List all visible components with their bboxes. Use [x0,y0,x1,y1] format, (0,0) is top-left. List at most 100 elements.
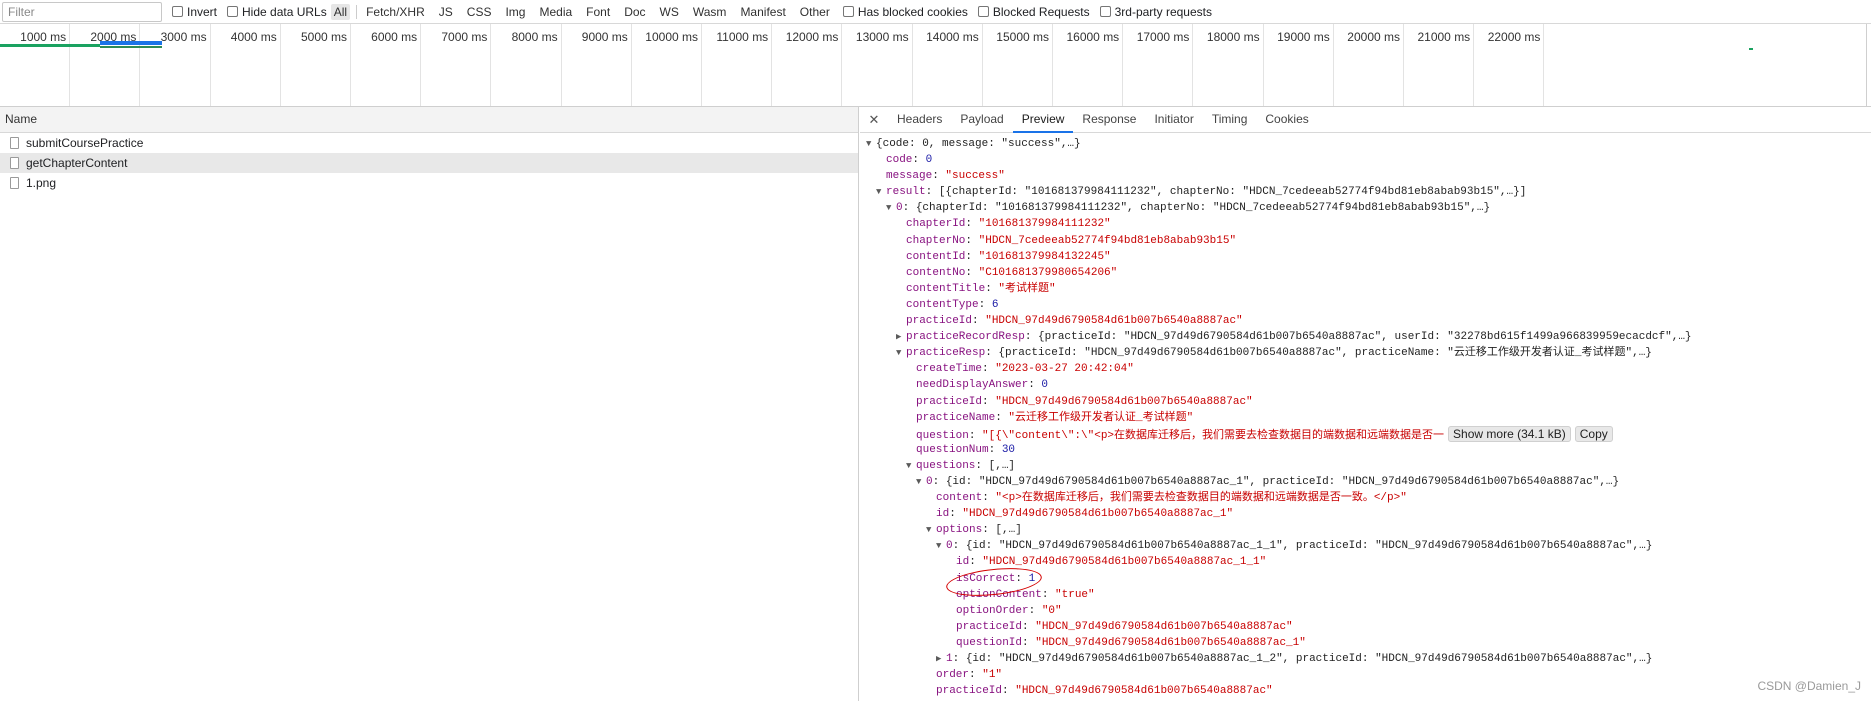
expand-right-icon[interactable]: ▶ [896,329,906,345]
type-filter-media[interactable]: Media [536,4,575,20]
hide-data-urls-checkbox[interactable]: Hide data URLs [227,5,327,19]
expand-down-icon[interactable]: ▼ [886,200,896,216]
expand-down-icon[interactable]: ▼ [916,474,926,490]
tab-cookies[interactable]: Cookies [1256,107,1317,132]
detail-tabs: ✕ Headers Payload Preview Response Initi… [860,107,1871,133]
json-colon: : [1028,379,1042,392]
json-tree-line: createTime: "2023-03-27 20:42:04" [860,361,1871,377]
type-filter-ws[interactable]: WS [657,4,682,20]
expand-down-icon[interactable]: ▼ [926,522,936,538]
json-tree-line[interactable]: ▼ 0: {id: "HDCN_97d49d6790584d61b007b6540… [860,474,1871,490]
json-colon: : [982,363,996,376]
close-icon[interactable]: ✕ [860,107,888,132]
json-value: 0 [925,154,933,167]
checkbox-box[interactable] [172,6,183,17]
expand-down-icon[interactable]: ▼ [896,345,906,361]
third-party-requests-label: 3rd-party requests [1114,4,1212,19]
document-icon [10,157,19,169]
checkbox-box[interactable] [977,6,989,17]
checkbox-box[interactable] [842,6,854,17]
json-tree-line[interactable]: ▼ options: [,…] [860,522,1871,538]
json-colon: : [902,202,916,215]
waterfall-bar [0,44,100,47]
json-colon: : [952,653,966,665]
tab-timing[interactable]: Timing [1203,107,1257,132]
type-filter-font[interactable]: Font [583,4,613,20]
json-tree-line[interactable]: ▶ 1: {id: "HDCN_97d49d6790584d61b007b6540… [860,651,1871,667]
json-value: "HDCN_97d49d6790584d61b007b6540a8887ac" [1015,685,1273,698]
expand-down-icon[interactable]: ▼ [936,538,946,554]
json-tree-line[interactable]: ▼ practiceResp: {practiceId: "HDCN_97d49d… [860,345,1871,361]
timeline-tick-label: 7000 ms [441,30,488,44]
json-colon: : [925,186,939,199]
network-toolbar: Invert Hide data URLs All Fetch/XHR JS C… [0,0,1871,24]
json-value: "云迁移工作级开发者认证_考试样题" [1008,411,1194,424]
checkbox-box[interactable] [1099,6,1111,17]
json-key: practiceName [916,411,996,424]
show-more-button[interactable]: Show more (34.1 kB) [1448,425,1571,442]
type-filter-all[interactable]: All [330,3,351,20]
json-value: "考试样题" [998,282,1056,295]
json-colon: : [978,298,992,311]
waterfall-bar [100,41,162,45]
json-key: practiceId [936,685,1003,698]
tab-initiator[interactable]: Initiator [1145,107,1202,132]
json-tree-line[interactable]: ▼ questions: [,…] [860,458,1871,474]
timeline-edge [1866,24,1867,106]
document-icon [10,177,19,189]
tab-response[interactable]: Response [1073,107,1145,132]
blocked-requests-checkbox[interactable]: Blocked Requests [977,5,1090,19]
json-colon: : [1022,636,1036,649]
timeline-tick-label: 22000 ms [1487,30,1541,44]
json-key: 0 [926,475,933,488]
request-row-1-png[interactable]: 1.png [0,173,858,193]
tab-headers[interactable]: Headers [888,107,951,132]
type-filter-doc[interactable]: Doc [621,4,648,20]
expand-down-icon[interactable]: ▼ [876,184,886,200]
json-value: "HDCN_7cedeeab52774f94bd81eb8abab93b15" [978,234,1237,247]
request-row-submit-course-practice[interactable]: submitCoursePractice [0,133,858,153]
json-value: "HDCN_97d49d6790584d61b007b6540a8887ac_1… [962,508,1234,521]
json-tree-line: chapterNo: "HDCN_7cedeeab52774f94bd81eb8… [860,233,1871,249]
json-tree-line[interactable]: ▼ result: [{chapterId: "10168137998411123… [860,184,1871,200]
json-value: "true" [1055,588,1095,601]
type-filter-fetch-xhr[interactable]: Fetch/XHR [363,4,428,20]
type-filter-manifest[interactable]: Manifest [737,4,788,20]
name-column-header[interactable]: Name [0,107,858,133]
json-tree-line[interactable]: ▼ {code: 0, message: "success",…} [860,136,1871,152]
timeline-overview[interactable]: 22000 ms 21000 ms 20000 ms 19000 ms 18000 ms… [0,24,1871,107]
document-icon [10,137,19,149]
copy-button[interactable]: Copy [1574,425,1613,442]
expand-down-icon[interactable]: ▼ [906,458,916,474]
json-key: questionId [956,636,1023,649]
type-filter-js[interactable]: JS [436,4,456,20]
json-colon: : [965,234,979,247]
json-preview-tree: ▼ {code: 0, message: "success",…} code: 0m… [860,133,1871,699]
tab-preview[interactable]: Preview [1012,107,1074,133]
has-blocked-cookies-checkbox[interactable]: Has blocked cookies [842,5,968,19]
json-colon: : [965,250,979,263]
expand-down-icon[interactable]: ▼ [866,136,876,152]
third-party-requests-checkbox[interactable]: 3rd-party requests [1099,4,1212,19]
json-tree-line[interactable]: ▼ 0: {chapterId: "101681379984111232", ch… [860,200,1871,216]
json-tree-line: practiceId: "HDCN_97d49d6790584d61b007b6… [860,619,1871,635]
expand-right-icon[interactable]: ▶ [936,651,946,667]
json-tree-line[interactable]: ▶ practiceRecordResp: {practiceId: "HDCN_… [860,329,1871,345]
tab-payload[interactable]: Payload [951,107,1012,132]
type-filter-img[interactable]: Img [502,4,528,20]
json-value: "2023-03-27 20:42:04" [995,363,1134,376]
type-filter-other[interactable]: Other [797,4,833,20]
type-filter-css[interactable]: CSS [464,4,495,20]
json-value: 30 [1001,443,1016,456]
waterfall-bar [1749,48,1753,50]
json-tree-line[interactable]: ▼ 0: {id: "HDCN_97d49d6790584d61b007b6540… [860,538,1871,554]
request-row-get-chapter-content[interactable]: getChapterContent [0,153,858,173]
filter-input[interactable] [2,1,162,22]
checkbox-box[interactable] [227,6,239,17]
invert-checkbox[interactable]: Invert [172,5,217,19]
json-key: practiceRecordResp [906,331,1025,344]
json-colon: : [1002,685,1016,698]
timeline-tick-label: 13000 ms [855,30,909,44]
json-colon: : [1022,620,1036,633]
type-filter-wasm[interactable]: Wasm [690,4,730,20]
